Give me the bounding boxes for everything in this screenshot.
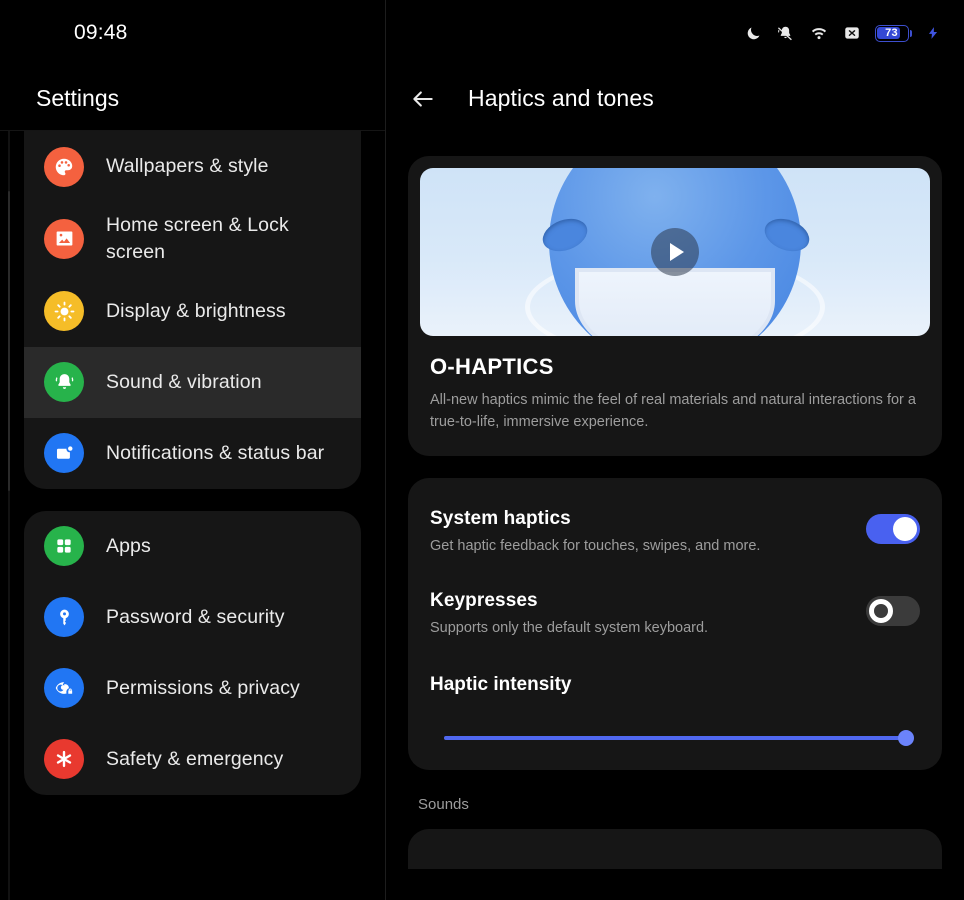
sidebar-item-safety-emergency[interactable]: Safety & emergency bbox=[24, 724, 361, 795]
wifi-icon bbox=[809, 23, 829, 43]
sounds-card-partial[interactable] bbox=[408, 828, 942, 869]
slider-fill bbox=[444, 735, 906, 740]
sidebar-group-display: Wallpapers & style Home screen & Lock sc… bbox=[24, 131, 361, 489]
sounds-section-label: Sounds bbox=[418, 795, 469, 813]
main-scroll-area[interactable]: O-HAPTICS All-new haptics mimic the feel… bbox=[386, 131, 964, 900]
haptic-intensity-block: Haptic intensity bbox=[430, 646, 920, 746]
promo-title: O-HAPTICS bbox=[430, 354, 554, 379]
sidebar-item-apps[interactable]: Apps bbox=[24, 511, 361, 582]
play-icon[interactable] bbox=[651, 228, 699, 276]
main-header: Haptics and tones bbox=[386, 66, 964, 131]
row-system-haptics[interactable]: System haptics Get haptic feedback for t… bbox=[430, 500, 920, 564]
sidebar-item-sound-vibration[interactable]: Sound & vibration bbox=[24, 346, 361, 418]
sidebar-item-label: Display & brightness bbox=[106, 299, 286, 322]
image-icon bbox=[44, 218, 84, 259]
asterisk-icon bbox=[44, 739, 84, 780]
row-title: Keypresses bbox=[430, 589, 538, 611]
sidebar-item-label: Notifications & status bar bbox=[106, 441, 325, 464]
sidebar-scroll-area[interactable]: Wallpapers & style Home screen & Lock sc… bbox=[0, 131, 385, 900]
key-icon bbox=[44, 597, 84, 638]
battery-indicator: 73 bbox=[874, 24, 912, 42]
main-status-bar: 73 bbox=[386, 0, 964, 66]
ohaptics-promo-card: O-HAPTICS All-new haptics mimic the feel… bbox=[408, 156, 942, 456]
promo-video-thumbnail[interactable] bbox=[420, 168, 930, 336]
settings-screen: 09:48 Settings Wallpapers & style Home s… bbox=[0, 0, 964, 900]
sidebar-item-display-brightness[interactable]: Display & brightness bbox=[24, 276, 361, 347]
battery-level-text: 73 bbox=[885, 27, 898, 39]
sidebar-item-label: Safety & emergency bbox=[106, 747, 284, 770]
sidebar-item-label: Sound & vibration bbox=[106, 370, 262, 393]
sidebar-title: Settings bbox=[36, 84, 120, 111]
sidebar-item-wallpapers-style[interactable]: Wallpapers & style bbox=[24, 131, 361, 202]
arrow-left-icon[interactable] bbox=[410, 86, 436, 112]
sidebar-item-label: Wallpapers & style bbox=[106, 155, 269, 178]
status-clock: 09:48 bbox=[74, 21, 128, 44]
main-panel: 73 Haptics and tones O-HAPTICS All-new h… bbox=[386, 0, 964, 900]
bell-ring-icon bbox=[44, 362, 84, 403]
sidebar: 09:48 Settings Wallpapers & style Home s… bbox=[0, 0, 386, 900]
sidebar-status-bar: 09:48 bbox=[0, 0, 385, 66]
charging-bolt-icon bbox=[926, 24, 940, 42]
grid-icon bbox=[44, 526, 84, 567]
promo-description: All-new haptics mimic the feel of real m… bbox=[430, 392, 916, 430]
sidebar-item-label: Home screen & Lock screen bbox=[106, 214, 289, 263]
row-keypresses[interactable]: Keypresses Supports only the default sys… bbox=[430, 564, 920, 646]
palette-icon bbox=[44, 146, 84, 187]
slider-thumb[interactable] bbox=[898, 729, 914, 746]
sidebar-item-label: Permissions & privacy bbox=[106, 676, 300, 699]
sidebar-item-permissions-privacy[interactable]: Permissions & privacy bbox=[24, 653, 361, 724]
row-title: System haptics bbox=[430, 507, 571, 529]
sidebar-scrollbar-thumb[interactable] bbox=[8, 191, 10, 491]
row-subtitle: Supports only the default system keyboar… bbox=[430, 619, 709, 636]
system-haptics-toggle[interactable] bbox=[866, 513, 920, 544]
haptics-settings-card: System haptics Get haptic feedback for t… bbox=[408, 477, 942, 770]
sidebar-item-home-lock-screen[interactable]: Home screen & Lock screen bbox=[24, 202, 361, 276]
sidebar-item-label: Apps bbox=[106, 534, 151, 557]
page-title: Haptics and tones bbox=[468, 85, 654, 111]
sidebar-item-label: Password & security bbox=[106, 605, 285, 628]
keypresses-toggle[interactable] bbox=[866, 595, 920, 626]
moon-icon bbox=[745, 25, 762, 42]
slider-label: Haptic intensity bbox=[430, 673, 572, 695]
sidebar-item-password-security[interactable]: Password & security bbox=[24, 582, 361, 653]
row-subtitle: Get haptic feedback for touches, swipes,… bbox=[430, 537, 761, 554]
sun-icon bbox=[44, 291, 84, 332]
eye-lock-icon bbox=[44, 668, 84, 709]
sidebar-item-notifications-status-bar[interactable]: Notifications & status bar bbox=[24, 418, 361, 489]
x-box-icon bbox=[843, 24, 861, 42]
notification-card-icon bbox=[44, 433, 84, 474]
sidebar-header: Settings bbox=[0, 66, 385, 131]
sidebar-group-system: Apps Password & security Permissions & p… bbox=[24, 510, 361, 795]
bell-muted-icon bbox=[776, 24, 795, 43]
haptic-intensity-slider[interactable] bbox=[444, 729, 914, 746]
